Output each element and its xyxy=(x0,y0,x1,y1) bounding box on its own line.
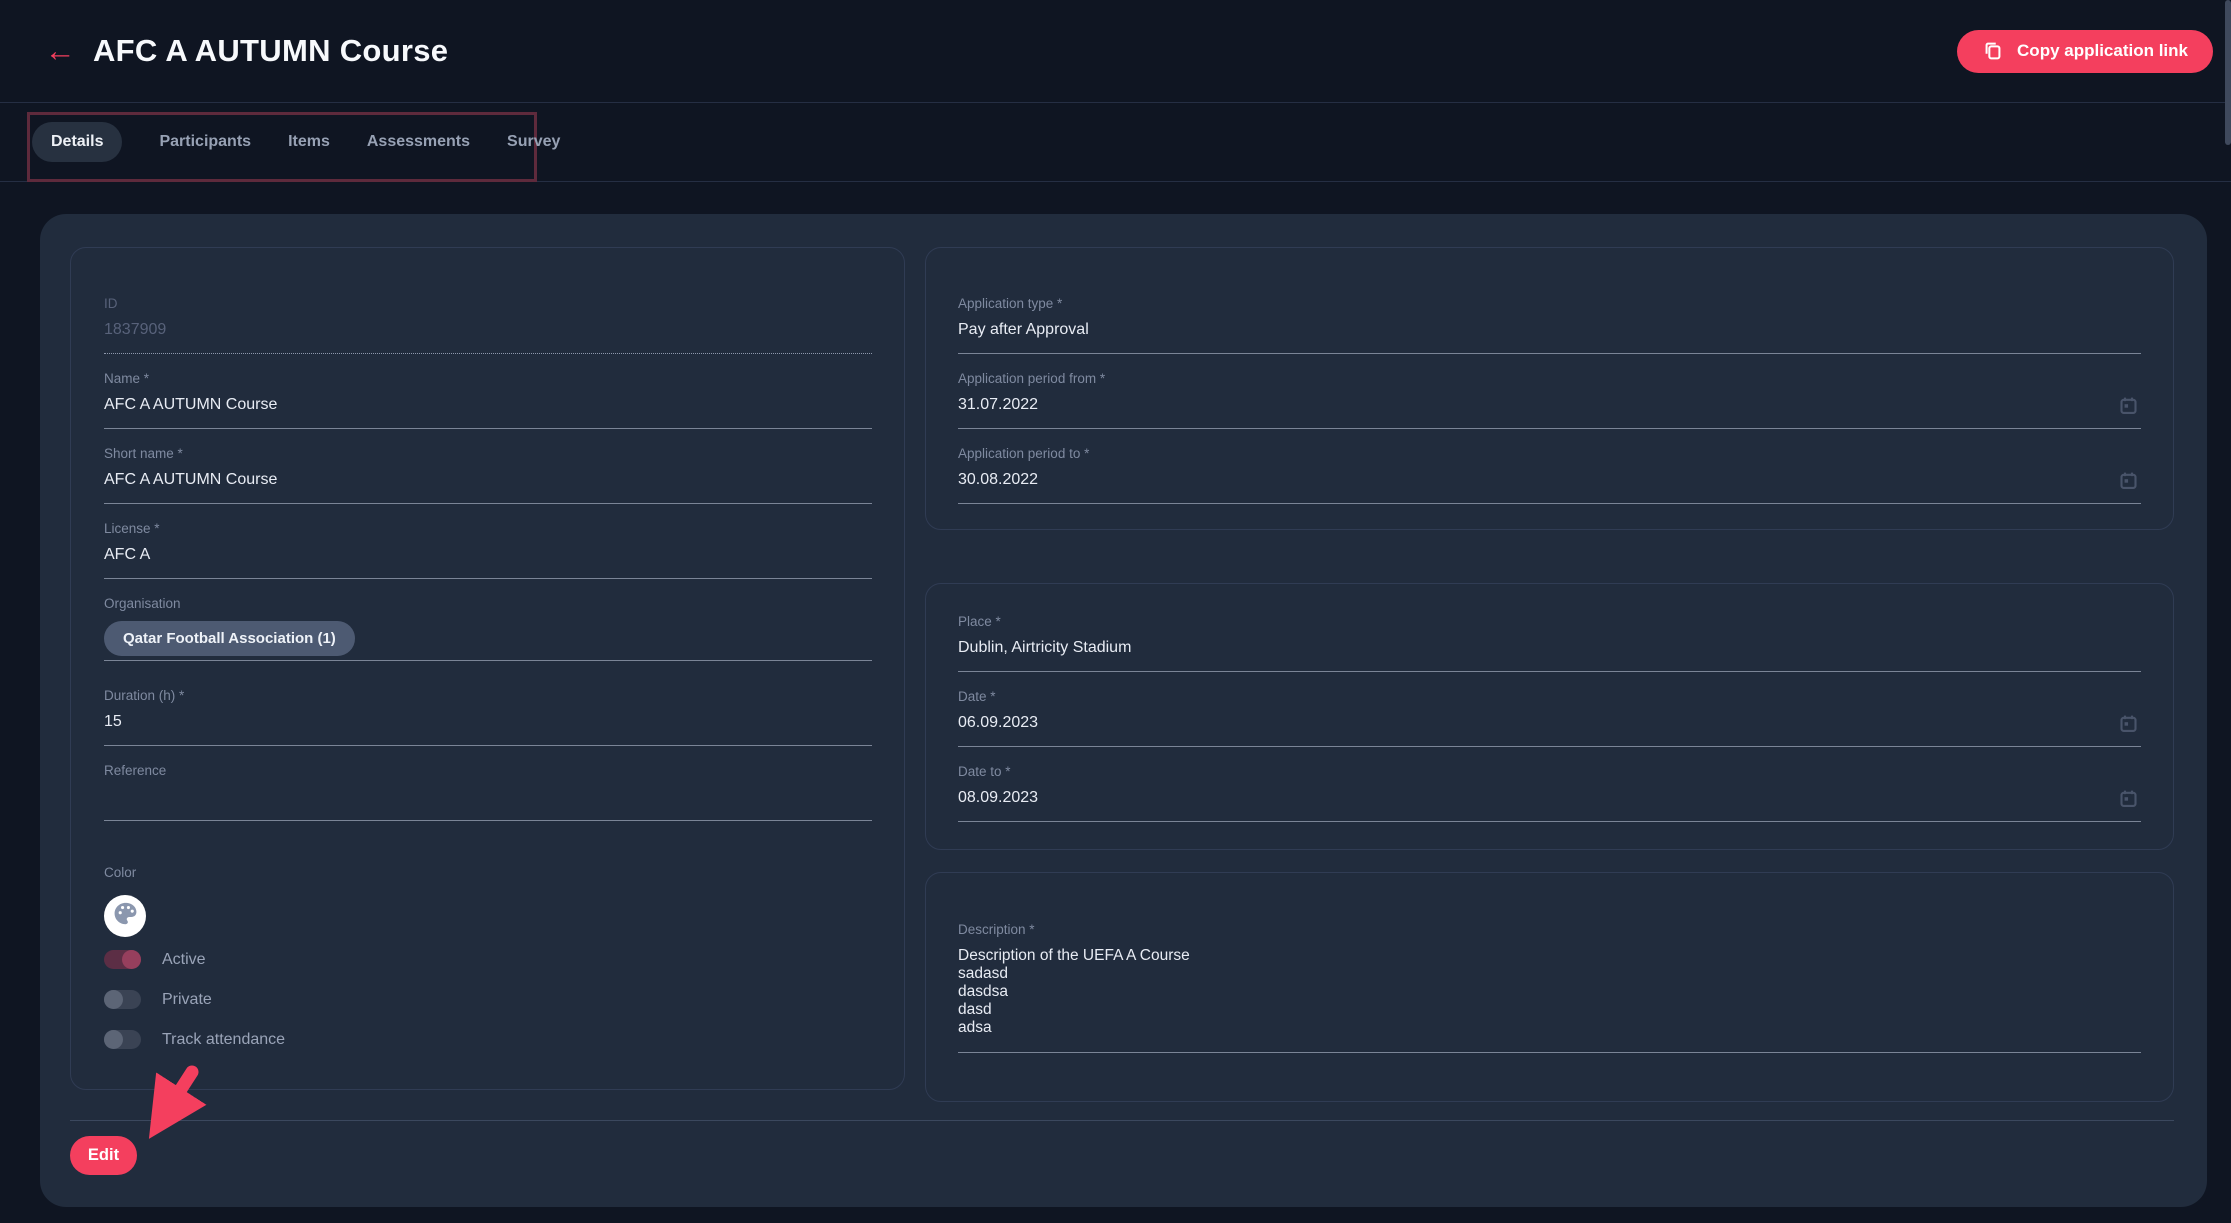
edit-button[interactable]: Edit xyxy=(70,1136,137,1175)
field-place: Place * Dublin, Airtricity Stadium xyxy=(958,614,2141,672)
tab-assessments[interactable]: Assessments xyxy=(367,133,470,151)
date-to-input[interactable]: 08.09.2023 xyxy=(958,789,2141,822)
application-period-to-input[interactable]: 30.08.2022 xyxy=(958,471,2141,504)
description-textarea[interactable]: Description of the UEFA A Course sadasd … xyxy=(958,947,2141,1053)
toggles-group: Active Private Track attendance xyxy=(104,950,872,1049)
date-input[interactable]: 06.09.2023 xyxy=(958,714,2141,747)
tabs: Details Participants Items Assessments S… xyxy=(32,103,560,181)
description-line: sadasd xyxy=(958,965,2141,983)
switch-knob xyxy=(104,1030,123,1049)
toggle-track-attendance[interactable]: Track attendance xyxy=(104,1030,872,1049)
color-label: Color xyxy=(104,865,872,880)
tab-participants[interactable]: Participants xyxy=(159,133,251,151)
footer-divider xyxy=(70,1120,2174,1121)
field-date: Date * 06.09.2023 xyxy=(958,689,2141,747)
toggle-label: Active xyxy=(162,951,206,969)
name-input[interactable]: AFC A AUTUMN Course xyxy=(104,396,872,429)
organisation-chip[interactable]: Qatar Football Association (1) xyxy=(104,621,355,656)
tabs-bar: Details Participants Items Assessments S… xyxy=(0,103,2231,182)
field-name: Name * AFC A AUTUMN Course xyxy=(104,371,872,429)
toggle-private[interactable]: Private xyxy=(104,990,872,1009)
page-title: AFC A AUTUMN Course xyxy=(93,33,448,69)
field-label: Short name * xyxy=(104,446,872,461)
details-panel: ID 1837909 Name * AFC A AUTUMN Course Sh… xyxy=(40,214,2207,1207)
tab-details[interactable]: Details xyxy=(32,122,122,162)
description-line: adsa xyxy=(958,1019,2141,1037)
field-license: License * AFC A xyxy=(104,521,872,579)
description-line: dasdsa xyxy=(958,983,2141,1001)
field-label: Place * xyxy=(958,614,2141,629)
field-label: Description * xyxy=(958,922,2141,937)
place-input[interactable]: Dublin, Airtricity Stadium xyxy=(958,639,2141,672)
field-label: Reference xyxy=(104,763,872,778)
license-input[interactable]: AFC A xyxy=(104,546,872,579)
field-application-period-from: Application period from * 31.07.2022 xyxy=(958,371,2141,429)
switch-knob xyxy=(104,990,123,1009)
calendar-icon[interactable] xyxy=(2118,713,2139,739)
field-reference: Reference xyxy=(104,763,872,821)
palette-icon xyxy=(112,900,139,932)
active-switch[interactable] xyxy=(104,950,141,969)
place-date-card: Place * Dublin, Airtricity Stadium Date … xyxy=(925,583,2174,850)
scrollbar-thumb[interactable] xyxy=(2225,0,2231,145)
field-label: License * xyxy=(104,521,872,536)
form-columns: ID 1837909 Name * AFC A AUTUMN Course Sh… xyxy=(70,247,2174,1102)
field-label: Duration (h) * xyxy=(104,688,872,703)
organisation-input[interactable]: Qatar Football Association (1) xyxy=(104,621,872,661)
header: ← AFC A AUTUMN Course Copy application l… xyxy=(0,0,2231,103)
calendar-icon[interactable] xyxy=(2118,788,2139,814)
private-switch[interactable] xyxy=(104,990,141,1009)
field-organisation: Organisation Qatar Football Association … xyxy=(104,596,872,661)
calendar-icon[interactable] xyxy=(2118,395,2139,421)
field-label: Application period to * xyxy=(958,446,2141,461)
reference-input[interactable] xyxy=(104,788,872,821)
description-line: Description of the UEFA A Course xyxy=(958,947,2141,965)
switch-knob xyxy=(122,950,141,969)
calendar-icon[interactable] xyxy=(2118,470,2139,496)
field-application-period-to: Application period to * 30.08.2022 xyxy=(958,446,2141,504)
field-label: Application type * xyxy=(958,296,2141,311)
field-short-name: Short name * AFC A AUTUMN Course xyxy=(104,446,872,504)
application-card: Application type * Pay after Approval Ap… xyxy=(925,247,2174,530)
tab-items[interactable]: Items xyxy=(288,133,330,151)
copy-icon xyxy=(1982,40,2004,62)
toggle-label: Private xyxy=(162,991,212,1009)
field-label: Name * xyxy=(104,371,872,386)
copy-application-link-button[interactable]: Copy application link xyxy=(1957,30,2213,73)
tab-survey[interactable]: Survey xyxy=(507,133,560,151)
description-line: dasd xyxy=(958,1001,2141,1019)
short-name-input[interactable]: AFC A AUTUMN Course xyxy=(104,471,872,504)
color-section: Color xyxy=(104,865,872,937)
right-column: Application type * Pay after Approval Ap… xyxy=(925,247,2174,1102)
toggle-label: Track attendance xyxy=(162,1031,285,1049)
description-card: Description * Description of the UEFA A … xyxy=(925,872,2174,1102)
back-arrow-icon[interactable]: ← xyxy=(40,29,80,73)
id-input: 1837909 xyxy=(104,321,872,354)
field-label: ID xyxy=(104,296,872,311)
application-period-from-input[interactable]: 31.07.2022 xyxy=(958,396,2141,429)
general-info-card: ID 1837909 Name * AFC A AUTUMN Course Sh… xyxy=(70,247,905,1090)
track-attendance-switch[interactable] xyxy=(104,1030,141,1049)
field-label: Organisation xyxy=(104,596,872,611)
color-picker-button[interactable] xyxy=(104,895,146,937)
toggle-active[interactable]: Active xyxy=(104,950,872,969)
copy-button-label: Copy application link xyxy=(2017,41,2188,61)
field-id: ID 1837909 xyxy=(104,296,872,354)
field-label: Date * xyxy=(958,689,2141,704)
application-type-input[interactable]: Pay after Approval xyxy=(958,321,2141,354)
field-date-to: Date to * 08.09.2023 xyxy=(958,764,2141,822)
field-label: Date to * xyxy=(958,764,2141,779)
duration-input[interactable]: 15 xyxy=(104,713,872,746)
field-duration: Duration (h) * 15 xyxy=(104,688,872,746)
field-application-type: Application type * Pay after Approval xyxy=(958,296,2141,354)
field-label: Application period from * xyxy=(958,371,2141,386)
course-details-page: ← AFC A AUTUMN Course Copy application l… xyxy=(0,0,2231,1223)
